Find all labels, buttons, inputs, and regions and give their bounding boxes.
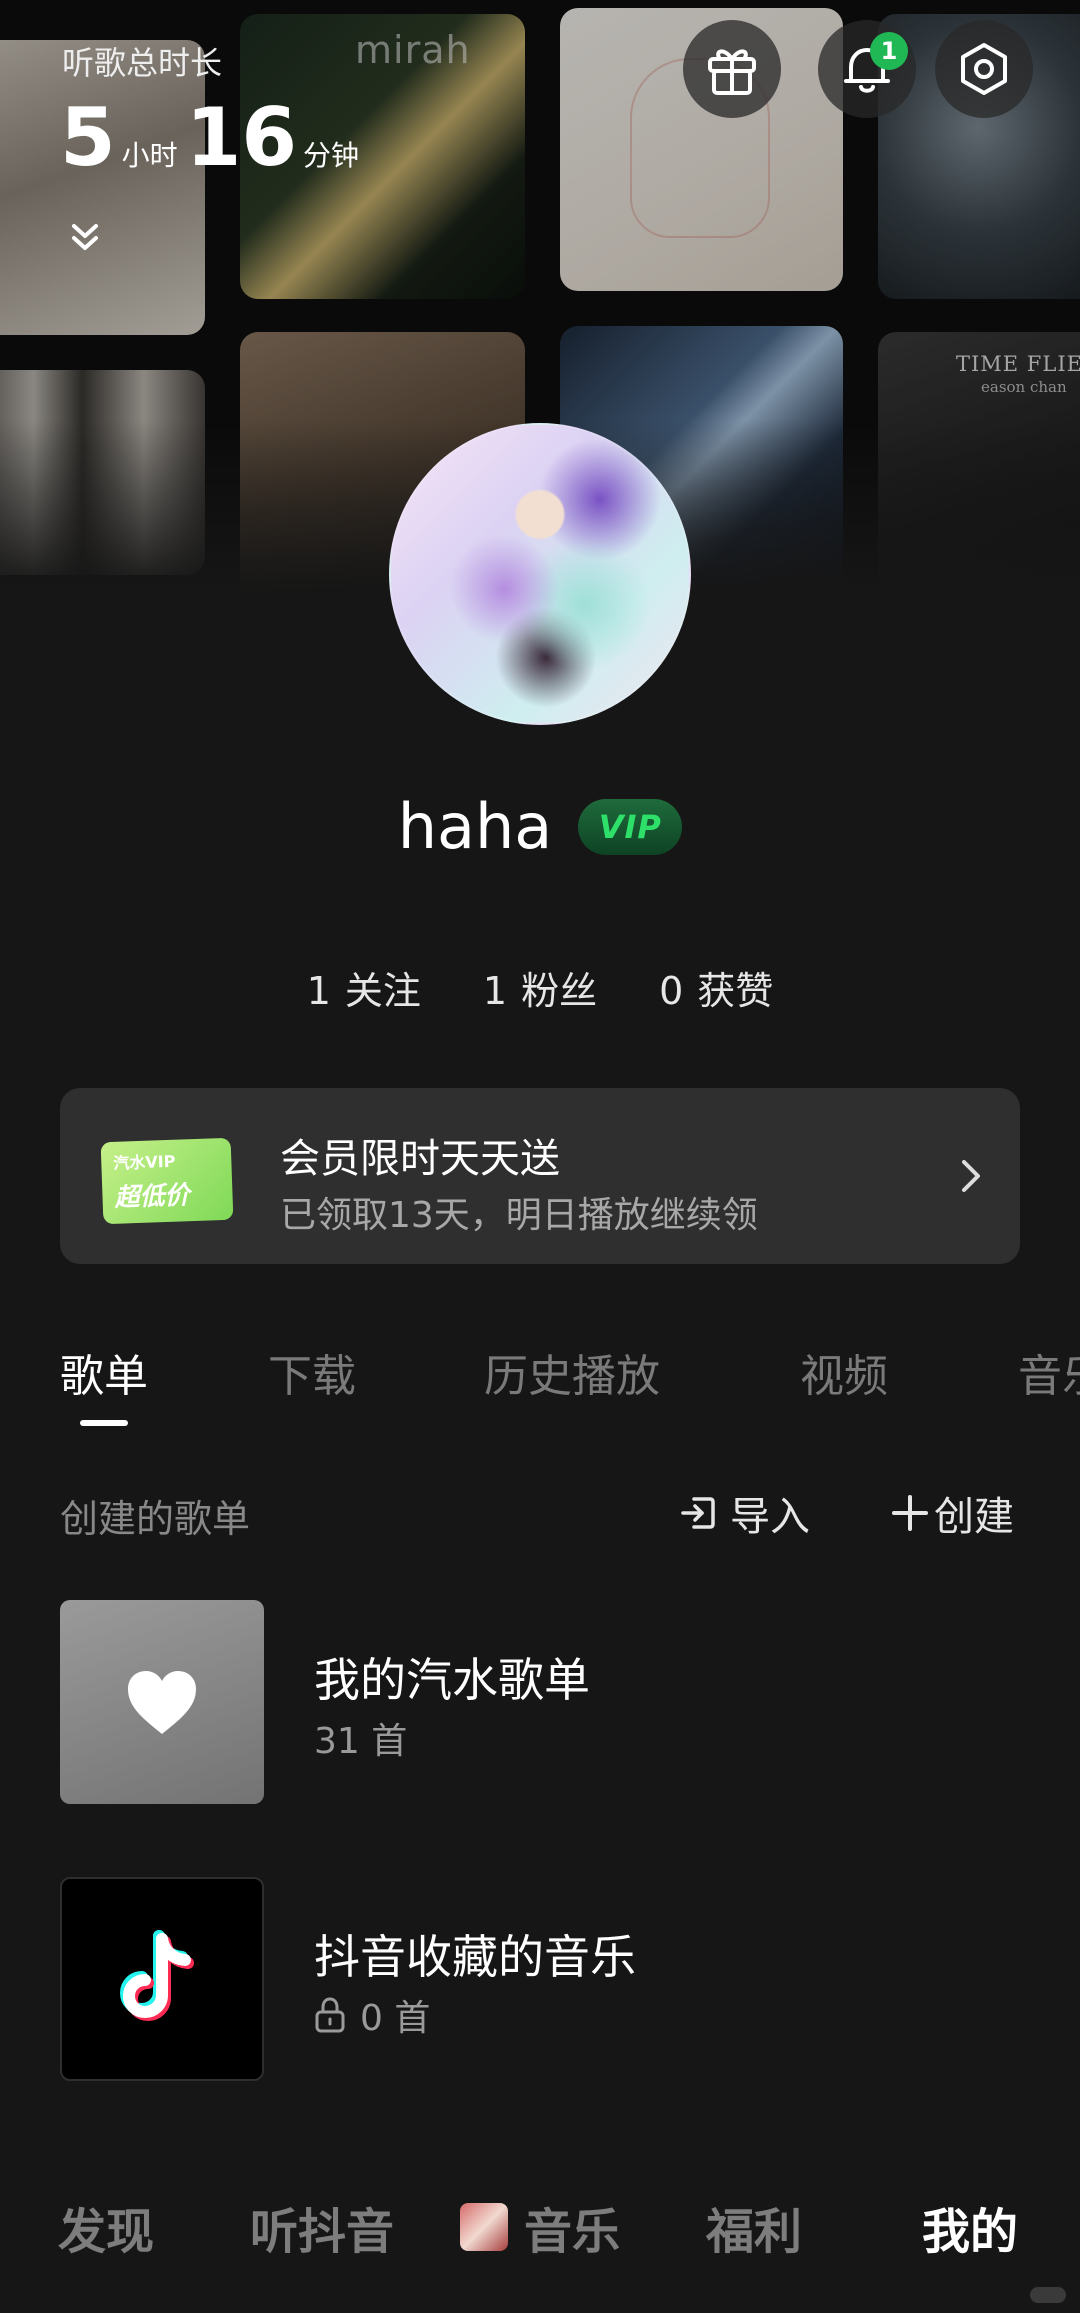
ticket-brand: 汽水VIP <box>113 1151 176 1173</box>
playlist-item[interactable]: 抖音收藏的音乐 0 首 <box>60 1877 1020 2081</box>
playlist-count-text: 0 首 <box>360 1998 431 2039</box>
create-label: 创建 <box>934 1494 1014 1540</box>
vip-badge[interactable]: VIP <box>578 798 683 855</box>
profile-name-row: haha VIP <box>0 790 1080 863</box>
tab-history[interactable]: 历史播放 <box>484 1340 660 1404</box>
username[interactable]: haha <box>398 790 553 863</box>
lock-icon <box>315 1997 345 2033</box>
stat-count: 1 <box>482 969 508 1013</box>
gift-button[interactable] <box>683 20 781 118</box>
notification-badge: 1 <box>870 32 908 70</box>
playlist-count: 31 首 <box>314 1712 407 1764</box>
listen-minutes: 16 <box>185 91 298 184</box>
stat-followers[interactable]: 1 粉丝 <box>483 960 597 1015</box>
tiktok-logo-icon <box>119 1930 194 2022</box>
tab-downloads[interactable]: 下载 <box>268 1340 356 1404</box>
playlist-cover <box>60 1600 264 1804</box>
listen-hours-unit: 小时 <box>121 139 178 172</box>
nav-douyin[interactable]: 听抖音 <box>250 2192 394 2262</box>
settings-hexagon-icon <box>961 43 1007 95</box>
profile-tabs: 歌单 下载 历史播放 视频 音乐 <box>0 1340 1080 1420</box>
stat-following[interactable]: 1 关注 <box>307 960 421 1015</box>
avatar[interactable] <box>389 423 691 725</box>
gift-icon <box>708 49 756 95</box>
nav-welfare[interactable]: 福利 <box>706 2192 802 2262</box>
playlist-item[interactable]: 我的汽水歌单 31 首 <box>60 1600 1020 1804</box>
heart-icon <box>128 1671 196 1734</box>
chevron-right-icon <box>962 1160 980 1192</box>
listen-time-value: 5 小时 16 分钟 <box>60 98 367 178</box>
vip-promo-card[interactable]: 汽水VIP 超低价 会员限时天天送 已领取13天，明日播放继续领 <box>60 1088 1020 1264</box>
promo-subtitle: 已领取13天，明日播放继续领 <box>280 1195 758 1236</box>
stat-count: 1 <box>306 969 331 1013</box>
playlist-count: 0 首 <box>314 1989 430 2041</box>
tab-playlists[interactable]: 歌单 <box>60 1340 148 1404</box>
tab-music[interactable]: 音乐 <box>1018 1340 1080 1404</box>
active-tab-indicator <box>80 1420 128 1426</box>
playlist-cover <box>60 1877 264 2081</box>
listen-minutes-unit: 分钟 <box>303 139 360 172</box>
import-label: 导入 <box>730 1494 810 1540</box>
stat-count: 0 <box>659 969 684 1013</box>
nav-music-label: 音乐 <box>524 2204 621 2260</box>
nav-music[interactable]: 音乐 <box>460 2192 620 2262</box>
promo-title: 会员限时天天送 <box>280 1136 560 1182</box>
playlist-title: 抖音收藏的音乐 <box>314 1930 636 1984</box>
vip-ticket-icon: 汽水VIP 超低价 <box>100 1137 234 1225</box>
plus-icon <box>892 1495 928 1531</box>
stat-label: 粉丝 <box>521 969 598 1013</box>
notifications-button[interactable] <box>818 20 916 118</box>
nav-discover[interactable]: 发现 <box>58 2192 154 2262</box>
profile-stats: 1 关注 1 粉丝 0 获赞 <box>0 960 1080 1015</box>
bottom-nav: 发现 听抖音 音乐 福利 我的 <box>0 2140 1080 2313</box>
tab-videos[interactable]: 视频 <box>800 1340 888 1404</box>
listen-time-label: 听歌总时长 <box>62 44 223 82</box>
stat-label: 获赞 <box>697 969 774 1013</box>
ticket-price: 超低价 <box>114 1180 191 1212</box>
stat-label: 关注 <box>344 969 421 1013</box>
settings-button[interactable] <box>935 20 1033 118</box>
now-playing-thumbnail <box>460 2203 508 2251</box>
section-title: 创建的歌单 <box>60 1497 251 1541</box>
playlist-title: 我的汽水歌单 <box>314 1653 590 1707</box>
playlist-count-text: 31 首 <box>314 1721 408 1762</box>
import-icon <box>681 1497 715 1529</box>
stat-likes[interactable]: 0 获赞 <box>659 960 773 1015</box>
import-button[interactable]: 导入 <box>678 1484 810 1542</box>
nav-me[interactable]: 我的 <box>922 2192 1018 2262</box>
create-playlist-button[interactable]: 创建 <box>890 1484 1014 1542</box>
listen-hours: 5 <box>60 91 116 184</box>
double-chevron-down-icon[interactable] <box>70 220 100 254</box>
watermark <box>1030 2287 1066 2303</box>
